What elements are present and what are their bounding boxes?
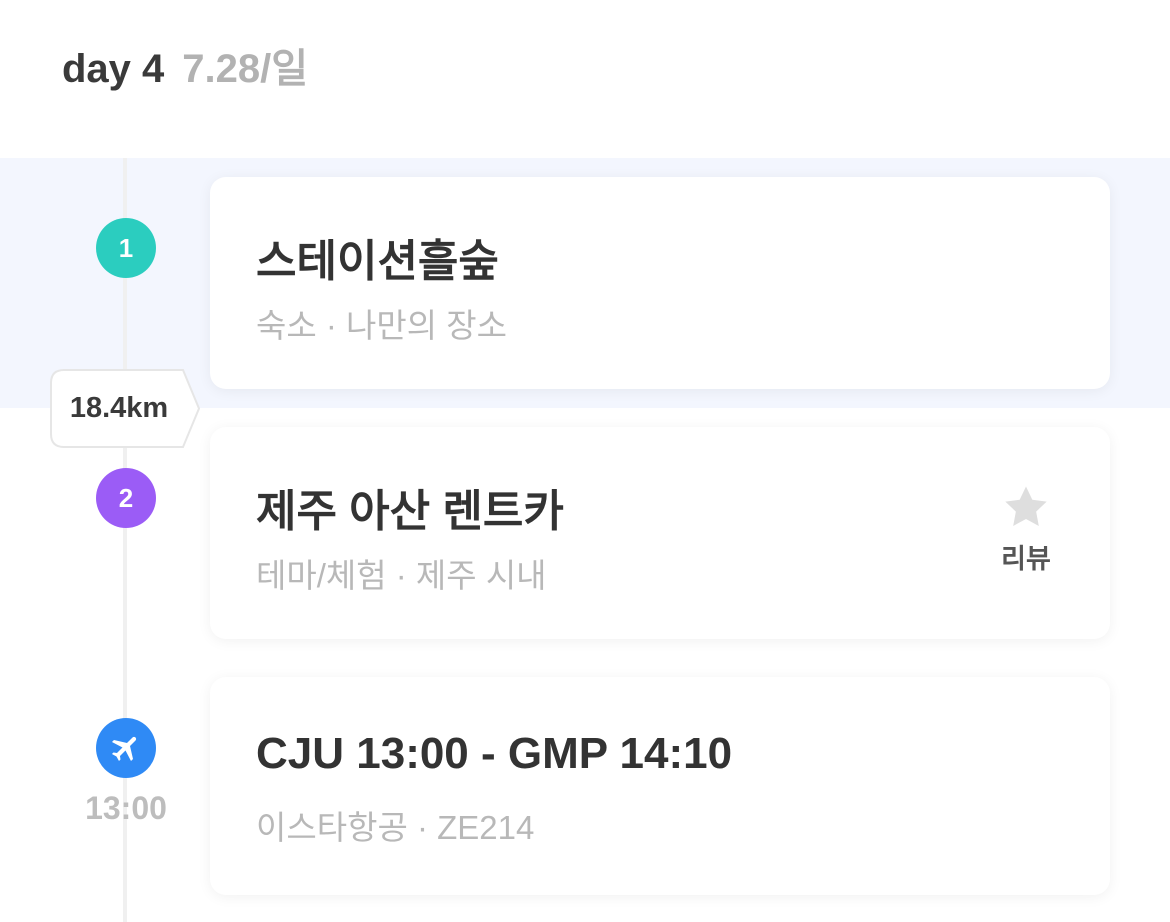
marker-2: 2: [96, 468, 156, 528]
marker-2-number: 2: [118, 482, 134, 513]
distance-badge: 18.4km: [50, 369, 200, 448]
day-date: 7.28/일: [182, 47, 309, 91]
place-card-stay[interactable]: 스테이션흘숲 숙소 · 나만의 장소: [210, 177, 1110, 389]
review-button[interactable]: 리뷰: [990, 485, 1062, 576]
marker-1-number: 1: [118, 232, 134, 263]
day-header: day 4 7.28/일: [62, 36, 308, 92]
flight-title: CJU 13:00 - GMP 14:10: [256, 729, 733, 778]
place-title: 제주 아산 렌트카: [256, 487, 564, 536]
airplane-icon: [111, 736, 137, 762]
place-card-rentcar[interactable]: 제주 아산 렌트카 테마/체험 · 제주 시내 리뷰: [210, 427, 1110, 639]
flight-card[interactable]: CJU 13:00 - GMP 14:10 이스타항공 · ZE214: [210, 677, 1110, 895]
flight-time-label: 13:00: [85, 790, 167, 826]
star-icon: [1005, 486, 1047, 526]
flight-subtitle: 이스타항공 · ZE214: [256, 809, 535, 846]
day-label: day 4: [62, 47, 165, 91]
review-label: 리뷰: [1001, 544, 1051, 574]
marker-1: 1: [96, 218, 156, 278]
flight-marker: [96, 718, 156, 778]
distance-text: 18.4km: [69, 392, 169, 424]
place-title: 스테이션흘숲: [256, 237, 499, 286]
place-subtitle: 테마/체험 · 제주 시내: [256, 557, 547, 594]
place-subtitle: 숙소 · 나만의 장소: [256, 307, 508, 344]
